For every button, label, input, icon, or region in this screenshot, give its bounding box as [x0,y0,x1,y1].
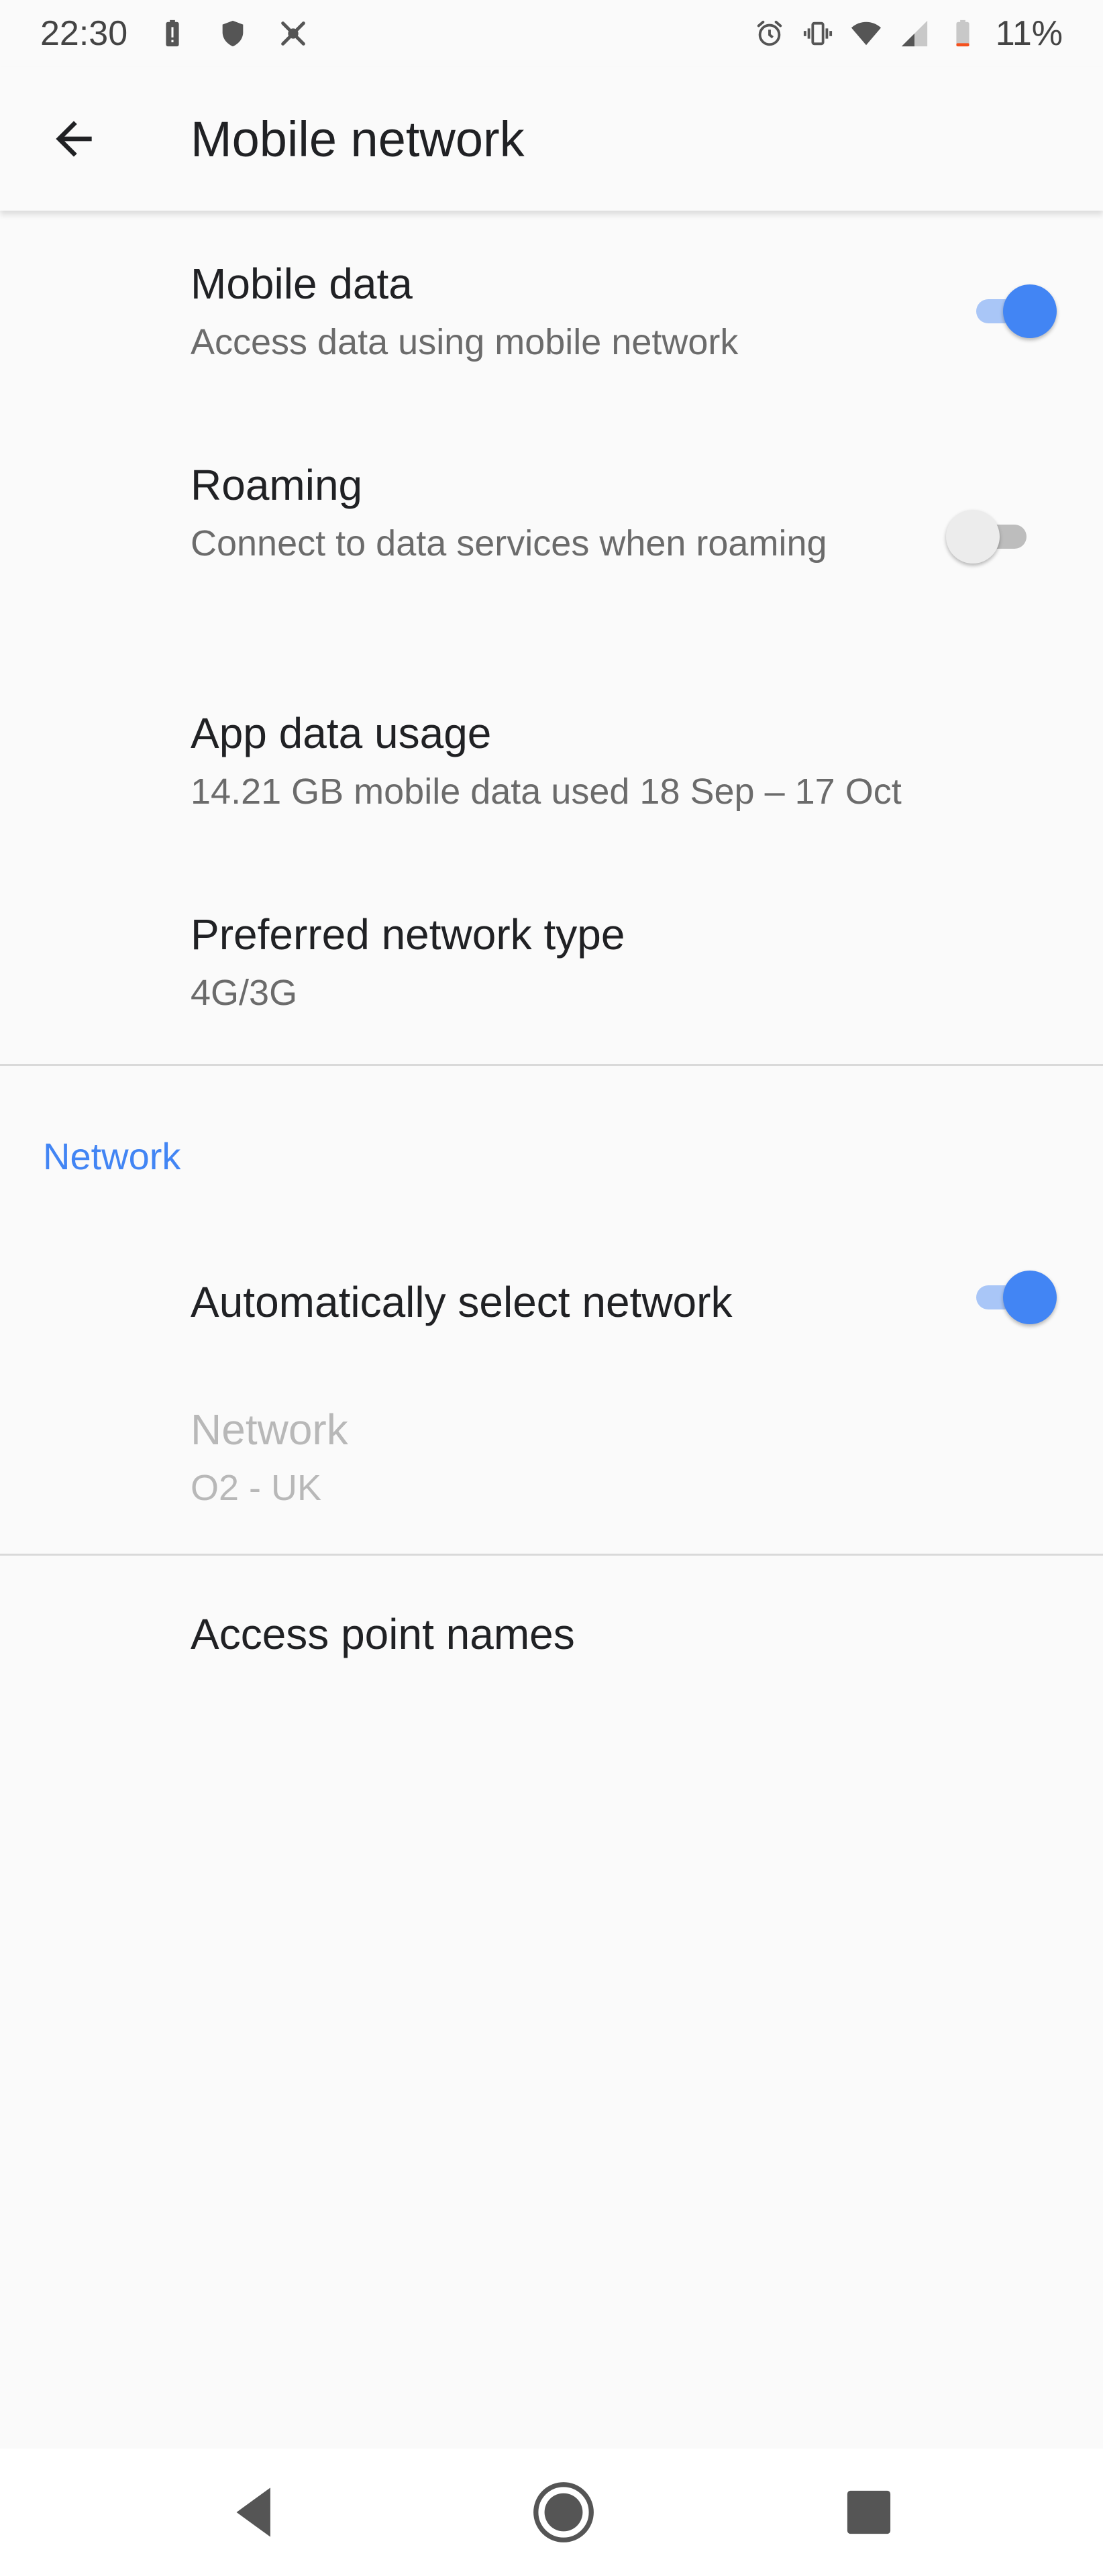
shield-icon [217,18,248,49]
page-title: Mobile network [191,111,525,167]
setting-title: Roaming [191,461,363,509]
status-left-group: 22:30 [40,13,309,54]
toggle-thumb [1003,1271,1057,1324]
status-right-group: 11% [754,13,1063,54]
arrow-back-icon [56,121,92,157]
auto-select-network-toggle[interactable] [969,1271,1057,1324]
setting-title: App data usage [191,709,492,757]
home-circle-icon [533,2482,594,2542]
setting-summary: 14.21 GB mobile data used 18 Sep – 17 Oc… [191,771,902,812]
back-button[interactable] [40,105,107,172]
setting-app-data-usage[interactable]: App data usage 14.21 GB mobile data used… [0,674,1103,868]
setting-roaming[interactable]: Roaming Connect to data services when ro… [0,412,1103,633]
roaming-toggle[interactable] [946,510,1033,564]
status-bar: 22:30 11% [0,0,1103,67]
setting-summary: Access data using mobile network [191,322,739,362]
setting-preferred-network-type[interactable]: Preferred network type 4G/3G [0,875,1103,1069]
app-notification-icon [278,18,309,49]
toggle-thumb [1003,284,1057,338]
setting-mobile-data[interactable]: Mobile data Access data using mobile net… [0,211,1103,412]
setting-auto-select-network[interactable]: Automatically select network [0,1237,1103,1391]
wifi-icon [851,18,882,49]
setting-title: Preferred network type [191,910,625,959]
divider [0,1064,1103,1066]
setting-title: Access point names [191,1610,575,1658]
nav-home-button[interactable] [527,2475,600,2549]
setting-network: Network O2 - UK [0,1391,1103,1552]
setting-title: Network [191,1405,348,1454]
battery-low-icon [947,18,978,49]
toggle-thumb [946,510,1000,564]
mobile-data-toggle[interactable] [969,284,1057,338]
setting-summary: Connect to data services when roaming [191,523,827,564]
setting-summary: 4G/3G [191,973,298,1013]
setting-access-point-names[interactable]: Access point names [0,1556,1103,1710]
alarm-icon [754,18,785,49]
back-triangle-icon [236,2487,270,2537]
battery-alert-icon [157,18,188,49]
nav-back-button[interactable] [218,2475,292,2549]
recents-square-icon [847,2490,891,2534]
setting-title: Automatically select network [191,1278,733,1326]
app-bar: Mobile network [0,67,1103,211]
setting-title: Mobile data [191,260,413,308]
navigation-bar [0,2449,1103,2576]
battery-percent: 11% [995,14,1063,53]
nav-recents-button[interactable] [832,2475,906,2549]
vibrate-icon [802,18,833,49]
cell-signal-icon [899,18,930,49]
setting-summary: O2 - UK [191,1468,322,1508]
status-time: 22:30 [40,14,128,53]
section-header-network: Network [43,1135,181,1177]
